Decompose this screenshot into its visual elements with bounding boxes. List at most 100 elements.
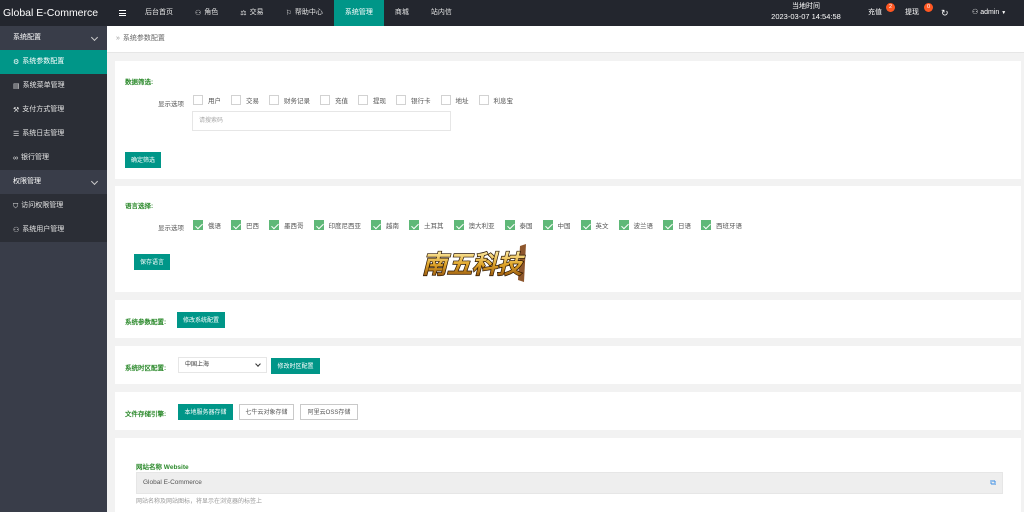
sidebar-item-payment-methods[interactable]: ⚒ 支付方式管理	[0, 98, 107, 122]
nav-trade[interactable]: ⚖ 交易	[229, 0, 274, 26]
withdraw-link[interactable]: 提现	[905, 0, 919, 26]
language-row-label: 显示选项	[158, 225, 184, 232]
checkbox-checked[interactable]	[269, 220, 279, 230]
option-address[interactable]: 地址	[440, 95, 469, 105]
nav-help[interactable]: ⚐ 帮助中心	[275, 0, 334, 26]
checkbox[interactable]	[440, 95, 451, 105]
lang-japanese[interactable]: 日语	[663, 220, 691, 230]
lang-polish[interactable]: 波兰语	[618, 220, 653, 230]
chevron-down-icon	[255, 361, 261, 367]
local-time: 当地时间 2023-03-07 14:54:58	[766, 2, 846, 22]
modify-system-config-button[interactable]: 修改系统配置	[177, 312, 225, 328]
checkbox[interactable]	[231, 95, 241, 105]
aliyun-oss-button[interactable]: 阿里云OSS存储	[300, 404, 358, 420]
nav-system[interactable]: 系统管理	[333, 0, 384, 26]
website-title: 网站名称 Website	[136, 464, 189, 471]
checkbox[interactable]	[478, 95, 489, 105]
system-params-card: 系统参数配置: 修改系统配置	[115, 300, 1021, 338]
lang-indonesia[interactable]: 印度尼西亚	[313, 220, 361, 230]
watermark-logo-text: 南五科技	[422, 250, 526, 279]
sidebar-group-system-config[interactable]: 系统配置	[0, 26, 107, 50]
data-filter-search-input[interactable]: 请搜索码	[192, 111, 451, 131]
lang-english[interactable]: 英文	[580, 220, 609, 230]
copy-icon[interactable]: ⧉	[990, 473, 996, 493]
log-icon: ☰	[13, 130, 20, 138]
website-name-input[interactable]: Global E-Commerce ⧉	[136, 472, 1003, 494]
data-filter-options: 用户 交易 财务记录 充值 提现 银行卡 地址 利息宝	[193, 95, 523, 105]
lang-vietnam[interactable]: 越南	[371, 220, 399, 230]
lang-australia[interactable]: 澳大利亚	[453, 220, 495, 230]
checkbox[interactable]	[358, 95, 368, 105]
sidebar-item-access-permissions[interactable]: ⛉ 访问权限管理	[0, 194, 107, 218]
refresh-icon[interactable]: ↻	[941, 0, 949, 26]
lang-thailand[interactable]: 泰国	[504, 220, 533, 230]
option-users[interactable]: 用户	[193, 95, 221, 105]
checkbox[interactable]	[396, 95, 406, 105]
checkbox-checked[interactable]	[542, 220, 553, 230]
scale-icon: ⚖	[240, 9, 247, 17]
checkbox[interactable]	[269, 95, 279, 105]
wrench-icon: ⚒	[13, 106, 20, 114]
user-menu[interactable]: ⚇ admin ▼	[972, 0, 1006, 26]
checkbox-checked[interactable]	[313, 220, 324, 230]
modify-timezone-button[interactable]: 修改时区配置	[271, 358, 320, 374]
storage-card: 文件存储引擎: 本地服务器存储 七牛云对象存储 阿里云OSS存储	[115, 392, 1021, 430]
nav-roles[interactable]: ⚇ 角色	[184, 0, 229, 26]
option-interest[interactable]: 利息宝	[478, 95, 513, 105]
main-content: » 系统参数配置 数据筛选: 显示选项 用户 交易 财务记录 充值 提现 银行卡 …	[107, 26, 1024, 512]
checkbox-checked[interactable]	[231, 220, 241, 230]
option-withdraw[interactable]: 提现	[358, 95, 386, 105]
flag-icon: ⚐	[285, 9, 292, 17]
data-filter-row-label: 显示选项	[158, 101, 184, 108]
sidebar-item-banks[interactable]: ∞ 银行管理	[0, 146, 107, 170]
timezone-card: 系统时区配置: 中国上海 修改时区配置	[115, 346, 1021, 384]
save-language-button[interactable]: 保存语言	[134, 254, 170, 270]
confirm-filter-button[interactable]: 确定筛选	[125, 152, 161, 168]
breadcrumb-separator-icon: »	[116, 35, 120, 42]
lang-russian[interactable]: 俄语	[193, 220, 221, 230]
checkbox[interactable]	[320, 95, 330, 105]
lang-turkey[interactable]: 土耳其	[409, 220, 444, 230]
shield-icon: ⛉	[13, 202, 19, 210]
menu-toggle-button[interactable]	[114, 0, 130, 26]
sidebar: 系统配置 ⚙ 系统参数配置 ▤ 系统菜单管理 ⚒ 支付方式管理 ☰ 系统日志管理…	[0, 26, 107, 512]
timezone-select[interactable]: 中国上海	[178, 357, 267, 373]
lang-mexico[interactable]: 墨西哥	[269, 220, 304, 230]
checkbox[interactable]	[193, 95, 203, 105]
watermark-logo: 南五科技	[421, 244, 527, 282]
nav-messages[interactable]: 站内信	[420, 0, 463, 26]
checkbox-checked[interactable]	[409, 220, 419, 230]
sidebar-item-system-users[interactable]: ⚇ 系统用户管理	[0, 218, 107, 242]
lang-brazil[interactable]: 巴西	[231, 220, 259, 230]
checkbox-checked[interactable]	[580, 220, 591, 230]
timezone-title: 系统时区配置:	[125, 365, 167, 372]
sidebar-item-menu-manage[interactable]: ▤ 系统菜单管理	[0, 74, 107, 98]
local-storage-button[interactable]: 本地服务器存储	[178, 404, 233, 420]
sidebar-item-system-params[interactable]: ⚙ 系统参数配置	[0, 50, 107, 74]
top-bar: Global E-Commerce 后台首页 ⚇ 角色 ⚖ 交易 ⚐ 帮助中心 系统管…	[0, 0, 1024, 26]
nav-mall[interactable]: 商城	[384, 0, 420, 26]
lang-spanish[interactable]: 西班牙语	[701, 220, 742, 230]
checkbox-checked[interactable]	[193, 220, 203, 230]
withdraw-badge: 0	[924, 3, 933, 12]
recharge-link[interactable]: 充值	[868, 0, 882, 26]
checkbox-checked[interactable]	[504, 220, 515, 230]
language-options: 俄语 巴西 墨西哥 印度尼西亚 越南 土耳其 澳大利亚 泰国 中国 英文 波兰语…	[193, 220, 752, 230]
nav-home[interactable]: 后台首页	[134, 0, 184, 26]
system-params-title: 系统参数配置:	[125, 319, 167, 326]
sidebar-item-system-logs[interactable]: ☰ 系统日志管理	[0, 122, 107, 146]
qiniu-storage-button[interactable]: 七牛云对象存储	[239, 404, 294, 420]
checkbox-checked[interactable]	[701, 220, 711, 230]
checkbox-checked[interactable]	[453, 220, 464, 230]
option-finance[interactable]: 财务记录	[269, 95, 310, 105]
option-recharge[interactable]: 充值	[320, 95, 348, 105]
website-hint: 网站名称及网站图标，将显示在浏览器的标签上	[136, 499, 263, 505]
lang-china[interactable]: 中国	[542, 220, 571, 230]
option-bank-card[interactable]: 银行卡	[396, 95, 431, 105]
link-icon: ∞	[13, 154, 18, 162]
checkbox-checked[interactable]	[371, 220, 381, 230]
sidebar-group-permissions[interactable]: 权限管理	[0, 170, 107, 194]
checkbox-checked[interactable]	[663, 220, 673, 230]
checkbox-checked[interactable]	[618, 220, 629, 230]
option-trade[interactable]: 交易	[231, 95, 259, 105]
